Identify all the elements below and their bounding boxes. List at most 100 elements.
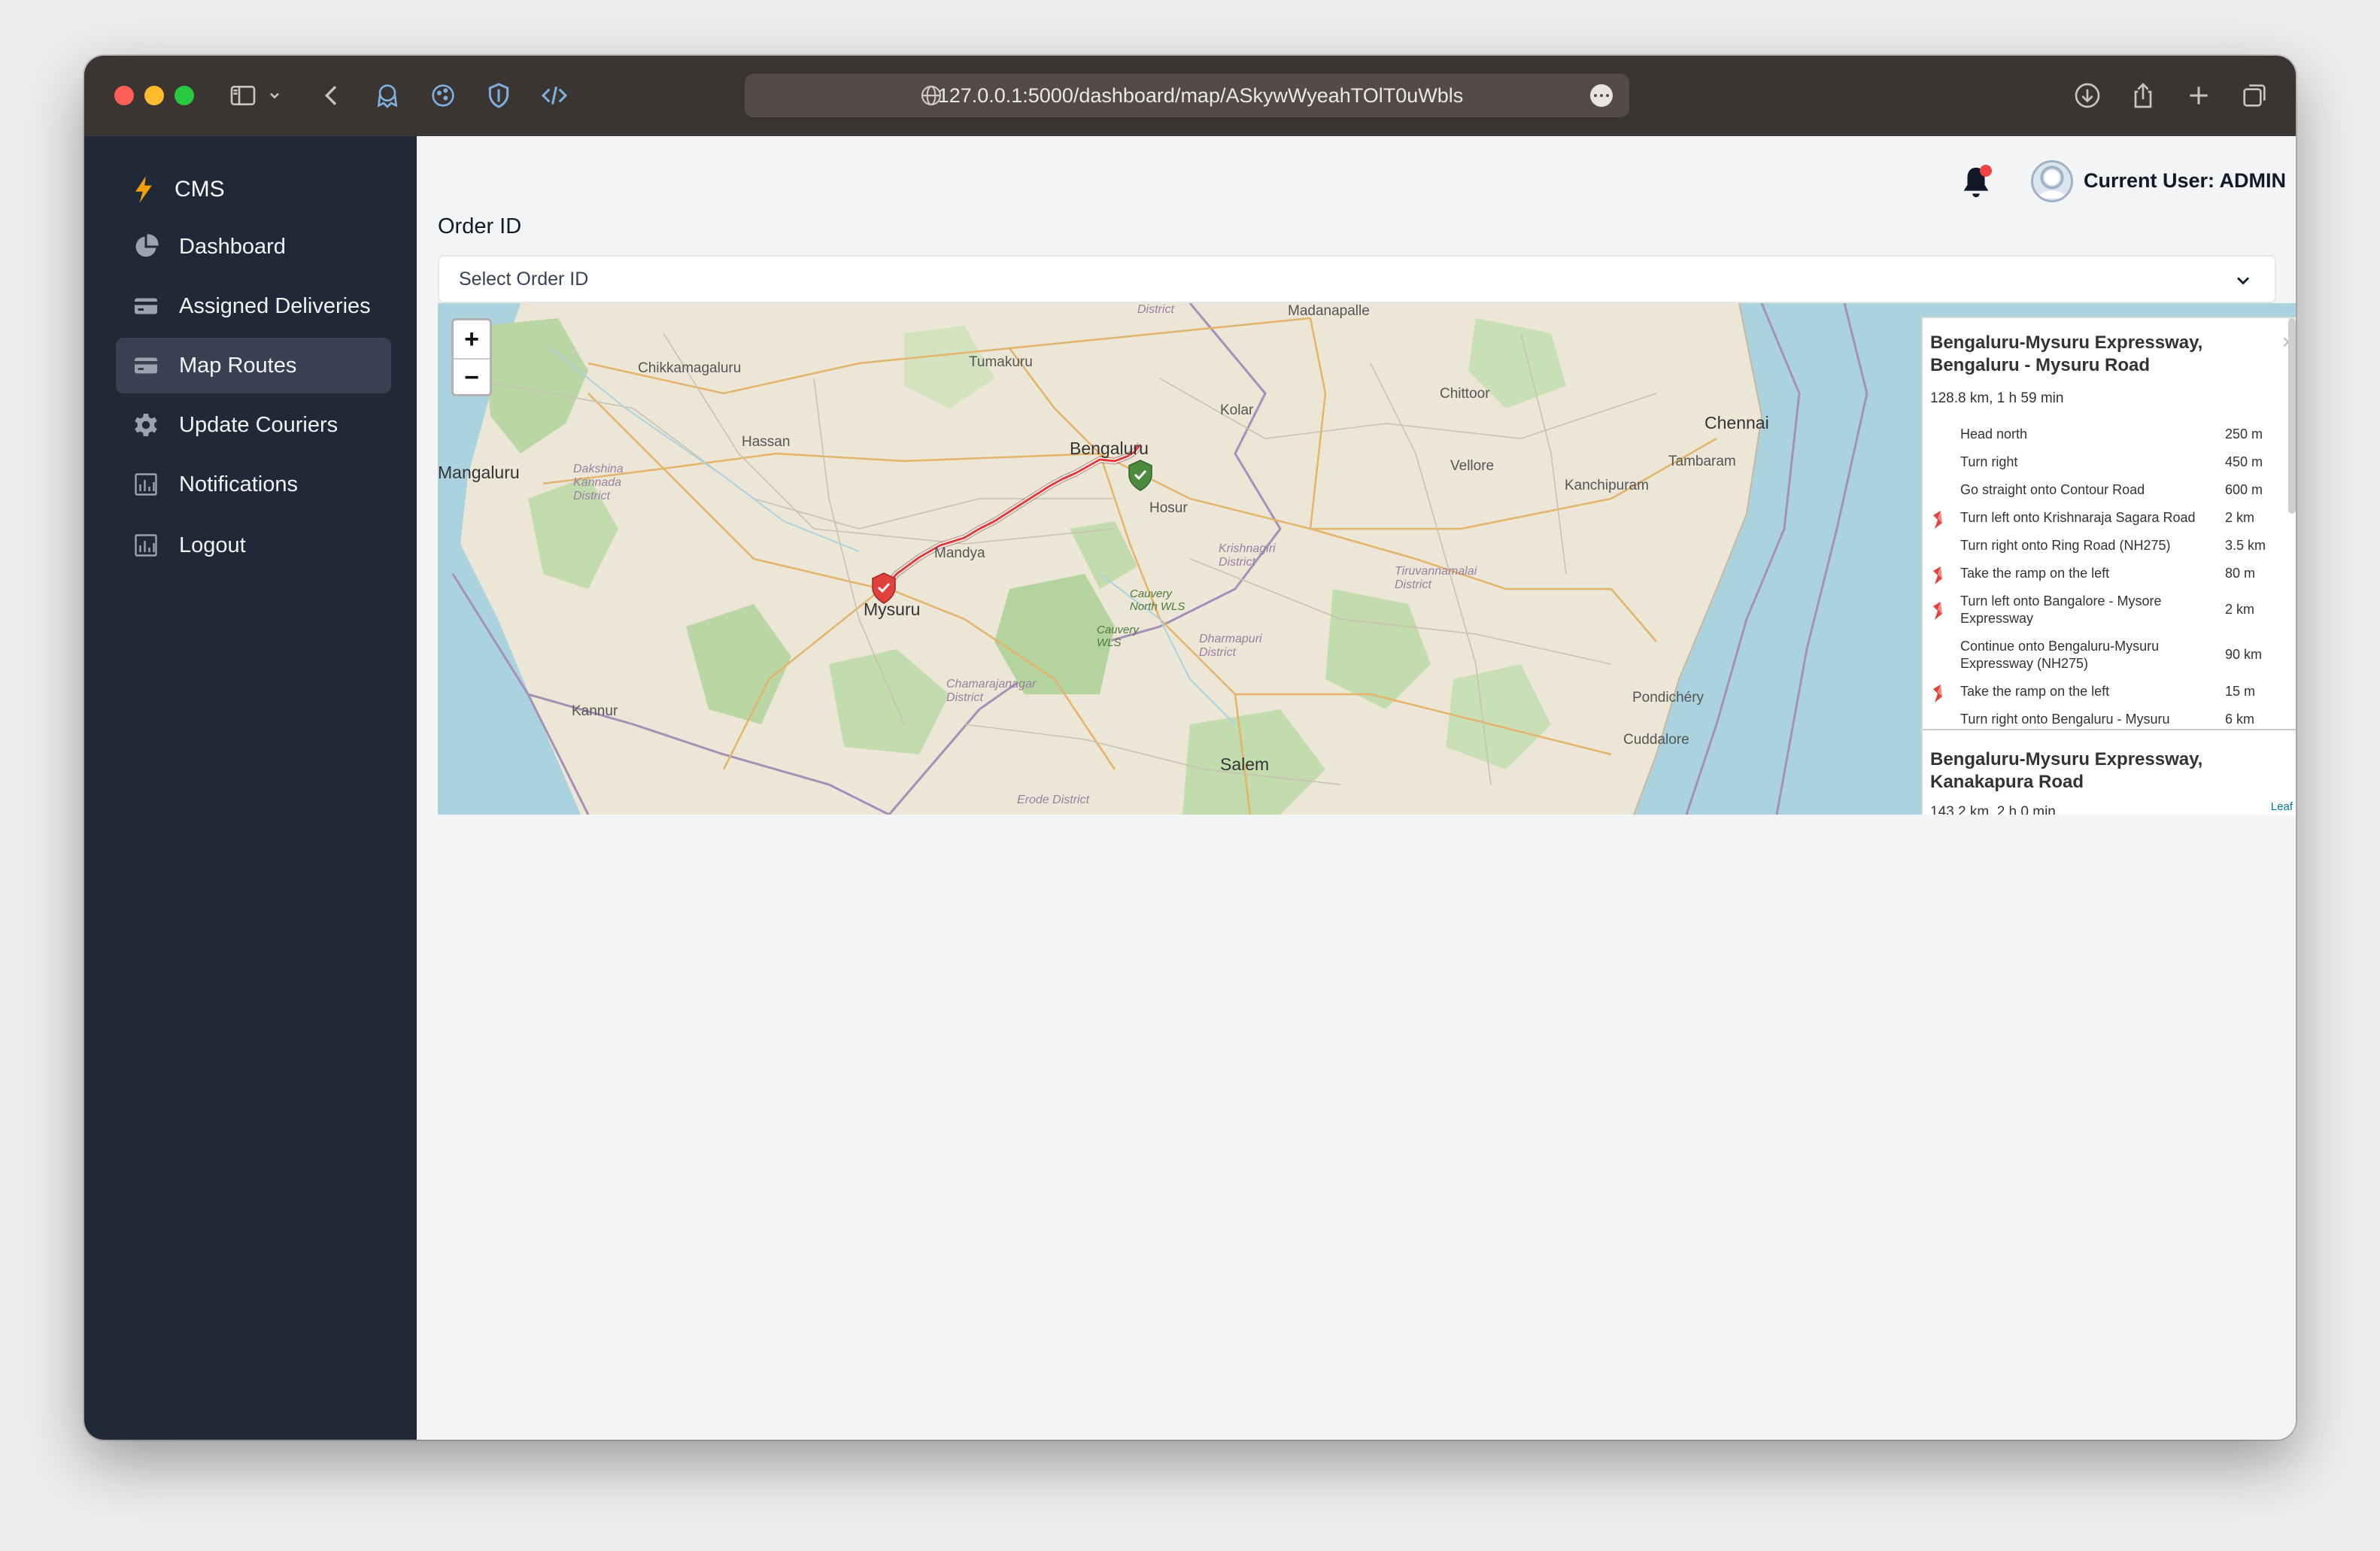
sidebar-item-logout[interactable]: Logout <box>116 518 391 573</box>
map-label: Bengaluru <box>1070 439 1149 458</box>
map-label: Kannur <box>572 703 618 719</box>
map-label: Tumakuru <box>969 354 1033 370</box>
chevron-down-icon <box>2237 277 2249 285</box>
step-text: Turn right onto Ring Road (NH275) <box>1960 538 2171 553</box>
sidebar-toggle-icon[interactable] <box>226 78 260 113</box>
map-label: Tiruvannamalai District <box>1395 565 1477 591</box>
step-distance: 450 m <box>2225 454 2263 469</box>
map-attribution[interactable]: Leaf <box>2267 799 2296 815</box>
panel-scrollbar[interactable] <box>2288 318 2296 514</box>
route-step[interactable]: Turn right 450 m <box>1923 448 2279 476</box>
map-label: Cuddalore <box>1623 732 1689 748</box>
share-icon[interactable] <box>2126 78 2160 113</box>
route-map[interactable]: District Madanapalle Chikkamagaluru Tuma… <box>438 303 2296 815</box>
bar-chart-icon <box>135 473 157 496</box>
minimize-window-button[interactable] <box>144 86 164 105</box>
step-text: Turn right onto Bengaluru - Mysuru <box>1960 712 2170 727</box>
url-text: 127.0.0.1:5000/dashboard/map/ASkywWyeahT… <box>937 83 1464 107</box>
step-text: Take the ramp on the left <box>1960 684 2110 699</box>
back-icon[interactable] <box>314 78 349 113</box>
route-steps-list[interactable]: Head north 250 m Turn right 450 m Go str… <box>1923 420 2279 729</box>
avatar[interactable] <box>2031 160 2073 202</box>
step-distance: 15 m <box>2225 684 2256 699</box>
map-label: Madanapalle <box>1288 303 1370 319</box>
ramp-left-icon <box>1933 566 1942 584</box>
route-summary: 128.8 km, 1 h 59 min <box>1930 390 2064 406</box>
route-step[interactable]: Take the ramp on the left 15 m <box>1923 678 2279 706</box>
step-distance: 3.5 km <box>2225 538 2266 553</box>
close-window-button[interactable] <box>114 86 134 105</box>
maximize-window-button[interactable] <box>175 86 194 105</box>
extension-cookie-icon[interactable] <box>426 78 460 113</box>
order-id-select-value: Select Order ID <box>459 268 589 290</box>
route-step[interactable]: Head north 250 m <box>1923 420 2279 448</box>
extension-shield-icon[interactable] <box>481 78 516 113</box>
sidebar-item-map-routes[interactable]: Map Routes <box>116 338 391 393</box>
sidebar-item-notifications[interactable]: Notifications <box>116 457 391 512</box>
step-text: Take the ramp on the left <box>1960 566 2110 581</box>
route-instructions-panel[interactable]: × Bengaluru-Mysuru Expressway, Bengaluru… <box>1921 317 2296 815</box>
start-marker-icon[interactable] <box>1128 460 1153 491</box>
alternative-route-title[interactable]: Bengaluru-Mysuru Expressway, Kanakapura … <box>1930 748 2261 794</box>
step-distance: 6 km <box>2225 712 2255 727</box>
map-label: Chamarajanagar District <box>946 678 1037 704</box>
brand-label: CMS <box>175 177 225 202</box>
zoom-control: + − <box>451 318 492 396</box>
step-distance: 600 m <box>2225 482 2263 497</box>
sidebar-item-label: Assigned Deliveries <box>179 293 371 318</box>
map-label: Dharmapuri District <box>1199 633 1262 659</box>
route-step[interactable]: Take the ramp on the left 80 m <box>1923 560 2279 587</box>
lightning-icon <box>135 176 152 203</box>
more-options-icon[interactable] <box>1590 84 1613 107</box>
route-title[interactable]: Bengaluru-Mysuru Expressway, Bengaluru -… <box>1930 332 2261 377</box>
zoom-out-button[interactable]: − <box>454 358 490 396</box>
extension-ghost-icon[interactable] <box>370 78 405 113</box>
alternative-route-summary: 143.2 km, 2 h 0 min <box>1930 804 2056 815</box>
end-marker-icon[interactable] <box>871 572 897 604</box>
tab-overview-icon[interactable] <box>2237 78 2272 113</box>
gear-icon <box>135 414 157 436</box>
browser-window: 127.0.0.1:5000/dashboard/map/ASkywWyeahT… <box>84 56 2296 1440</box>
extension-code-icon[interactable] <box>537 78 572 113</box>
sidebar-item-label: Map Routes <box>179 353 297 378</box>
notification-dot <box>1980 165 1992 177</box>
step-distance: 90 km <box>2225 647 2263 662</box>
route-step[interactable]: Turn left onto Bangalore - Mysore Expres… <box>1923 587 2279 633</box>
ramp-left-icon <box>1933 684 1942 703</box>
globe-icon <box>921 85 942 106</box>
sidebar-item-assigned-deliveries[interactable]: Assigned Deliveries <box>116 278 391 334</box>
route-step[interactable]: Go straight onto Contour Road 600 m <box>1923 476 2279 504</box>
route-step[interactable]: Turn left onto Krishnaraja Sagara Road 2… <box>1923 504 2279 532</box>
map-label: Chennai <box>1705 413 1769 433</box>
step-text: Turn right <box>1960 454 2018 469</box>
map-label: Salem <box>1220 754 1270 774</box>
sidebar-item-dashboard[interactable]: Dashboard <box>116 219 391 275</box>
map-label: Kolar <box>1220 402 1254 418</box>
new-tab-icon[interactable] <box>2181 78 2216 113</box>
download-icon[interactable] <box>2070 78 2105 113</box>
bar-chart-icon <box>135 534 157 557</box>
step-text: Continue onto Bengaluru-Mysuru Expresswa… <box>1960 639 2160 671</box>
map-label: Krishnagiri District <box>1219 542 1276 569</box>
step-distance: 250 m <box>2225 426 2263 442</box>
sidebar-item-update-couriers[interactable]: Update Couriers <box>116 397 391 453</box>
sidebar-item-label: Logout <box>179 533 246 557</box>
address-bar[interactable]: 127.0.0.1:5000/dashboard/map/ASkywWyeahT… <box>745 74 1629 117</box>
route-divider <box>1923 729 2296 730</box>
brand[interactable]: CMS <box>131 175 225 204</box>
map-label: Chittoor <box>1440 386 1490 402</box>
browser-titlebar: 127.0.0.1:5000/dashboard/map/ASkywWyeahT… <box>84 56 2296 136</box>
map-label: Dakshina Kannada District <box>573 463 624 502</box>
step-distance: 2 km <box>2225 602 2255 617</box>
route-step[interactable]: Turn right onto Ring Road (NH275) 3.5 km <box>1923 532 2279 560</box>
chevron-down-icon[interactable] <box>263 78 286 113</box>
route-step[interactable]: Continue onto Bengaluru-Mysuru Expresswa… <box>1923 633 2279 678</box>
map-label: Cauvery WLS <box>1097 624 1139 649</box>
zoom-in-button[interactable]: + <box>454 320 490 358</box>
map-label: Hassan <box>742 434 791 450</box>
order-id-select[interactable]: Select Order ID <box>438 255 2276 303</box>
turn-left-icon <box>1933 602 1942 620</box>
sidebar-item-label: Notifications <box>179 472 298 496</box>
route-step[interactable]: Turn right onto Bengaluru - Mysuru 6 km <box>1923 706 2279 729</box>
map-label: Erode District <box>1017 794 1090 806</box>
